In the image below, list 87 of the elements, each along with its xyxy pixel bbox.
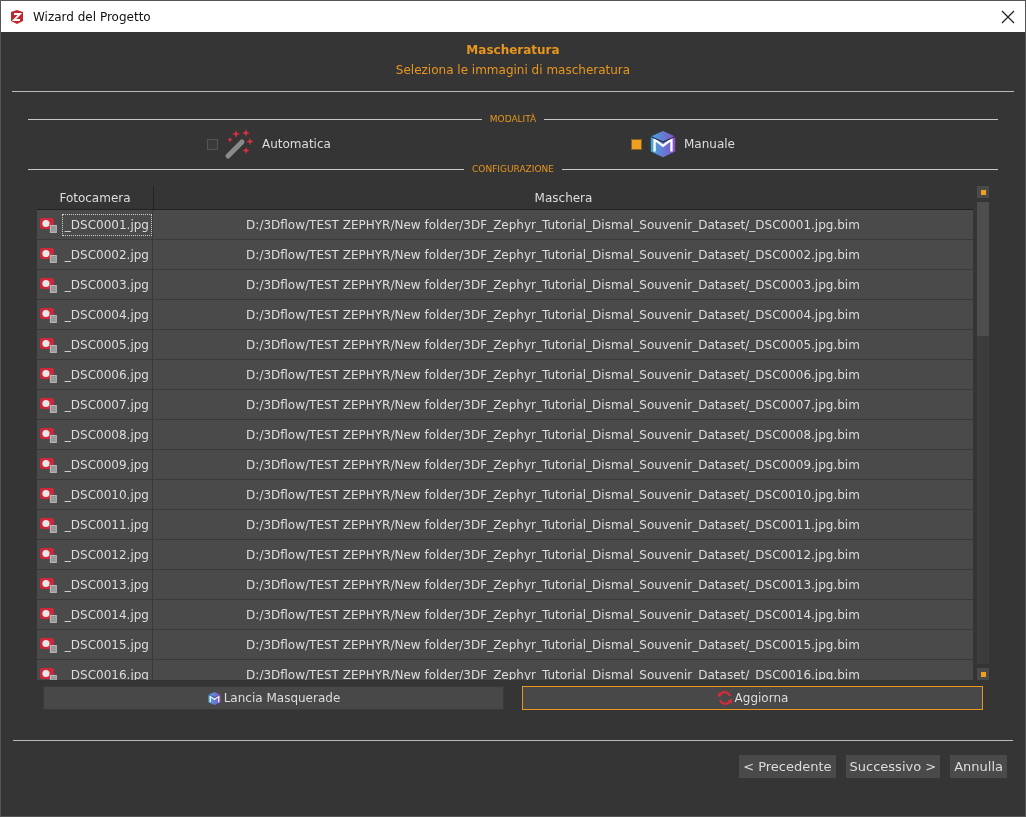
mode-radio[interactable] [631, 138, 642, 150]
page-title: Mascheratura [466, 43, 560, 57]
camera-filename: _DSC0007.jpg [63, 396, 150, 414]
scrollbar-thumb[interactable] [977, 202, 989, 336]
table-cell[interactable]: _DSC0010.jpg [37, 480, 153, 509]
scroll-down-button[interactable] [977, 668, 989, 680]
camera-mask-icon [40, 516, 58, 533]
table-cell[interactable]: _DSC0014.jpg [37, 600, 153, 629]
table-cell[interactable]: D:/3Dflow/TEST ZEPHYR/New folder/3DF_Zephyr_Tutorial_Dismal_Souvenir_Dataset/_DSC0008.jpg.bim [153, 420, 973, 449]
wizard-button[interactable]: Annulla [950, 755, 1007, 778]
camera-filename: _DSC0009.jpg [63, 456, 150, 474]
table-cell[interactable]: _DSC0015.jpg [37, 630, 153, 659]
camera-filename: _DSC0015.jpg [63, 636, 150, 654]
table-cell[interactable]: _DSC0001.jpg [37, 210, 153, 239]
table-cell[interactable]: D:/3Dflow/TEST ZEPHYR/New folder/3DF_Zephyr_Tutorial_Dismal_Souvenir_Dataset/_DSC0011.jpg.bim [153, 510, 973, 539]
camera-mask-icon [40, 366, 58, 383]
camera-filename: _DSC0006.jpg [63, 366, 150, 384]
wizard-button[interactable]: Successivo > [845, 755, 941, 778]
camera-filename: _DSC0010.jpg [63, 486, 150, 504]
wizard-button[interactable]: < Precedente [739, 755, 836, 778]
section-label: MODALITÀ [489, 114, 537, 124]
camera-mask-icon [40, 426, 58, 443]
section-label: CONFIGURAZIONE [472, 164, 554, 174]
camera-filename: _DSC0003.jpg [63, 276, 150, 294]
window-title: Wizard del Progetto [33, 9, 152, 24]
close-icon[interactable] [1001, 9, 1015, 24]
mode-radio[interactable] [207, 138, 218, 150]
table-cell[interactable]: D:/3Dflow/TEST ZEPHYR/New folder/3DF_Zephyr_Tutorial_Dismal_Souvenir_Dataset/_DSC0003.jpg.bim [153, 270, 973, 299]
table-cell[interactable]: D:/3Dflow/TEST ZEPHYR/New folder/3DF_Zephyr_Tutorial_Dismal_Souvenir_Dataset/_DSC0009.jpg.bim [153, 450, 973, 479]
launch-button[interactable]: Lancia Masquerade [43, 686, 504, 710]
scrollbar-track[interactable] [977, 202, 989, 664]
table-cell[interactable]: _DSC0002.jpg [37, 240, 153, 269]
camera-filename: _DSC0011.jpg [63, 516, 150, 534]
camera-filename: _DSC0013.jpg [63, 576, 150, 594]
table-cell[interactable]: D:/3Dflow/TEST ZEPHYR/New folder/3DF_Zephyr_Tutorial_Dismal_Souvenir_Dataset/_DSC0006.jpg.bim [153, 360, 973, 389]
table-cell[interactable]: _DSC0009.jpg [37, 450, 153, 479]
camera-filename: _DSC0012.jpg [63, 546, 150, 564]
refresh-button[interactable]: Aggiorna [522, 686, 983, 710]
cube-icon [206, 690, 222, 706]
table-cell[interactable]: _DSC0005.jpg [37, 330, 153, 359]
column-header[interactable]: Fotocamera [37, 186, 154, 209]
camera-mask-icon [40, 306, 58, 323]
column-header[interactable]: Maschera [154, 186, 973, 209]
mode-label[interactable]: Manuale [684, 137, 735, 151]
table-cell[interactable]: _DSC0004.jpg [37, 300, 153, 329]
table-cell[interactable]: _DSC0013.jpg [37, 570, 153, 599]
camera-mask-icon [40, 606, 58, 623]
camera-filename: _DSC0001.jpg [61, 213, 152, 236]
camera-mask-icon [40, 216, 58, 233]
camera-filename: _DSC0002.jpg [63, 246, 150, 264]
table-cell[interactable]: D:/3Dflow/TEST ZEPHYR/New folder/3DF_Zephyr_Tutorial_Dismal_Souvenir_Dataset/_DSC0004.jpg.bim [153, 300, 973, 329]
table-cell[interactable]: D:/3Dflow/TEST ZEPHYR/New folder/3DF_Zephyr_Tutorial_Dismal_Souvenir_Dataset/_DSC0005.jpg.bim [153, 330, 973, 359]
table-cell[interactable]: D:/3Dflow/TEST ZEPHYR/New folder/3DF_Zephyr_Tutorial_Dismal_Souvenir_Dataset/_DSC0010.jpg.bim [153, 480, 973, 509]
camera-mask-icon [40, 576, 58, 593]
mode-label[interactable]: Automatica [262, 137, 331, 151]
camera-mask-icon [40, 486, 58, 503]
table-cell[interactable]: _DSC0006.jpg [37, 360, 153, 389]
refresh-icon [716, 690, 733, 706]
magic-wand-icon [224, 128, 256, 160]
table-cell[interactable]: _DSC0008.jpg [37, 420, 153, 449]
scroll-up-button[interactable] [977, 186, 989, 198]
table-cell[interactable]: D:/3Dflow/TEST ZEPHYR/New folder/3DF_Zephyr_Tutorial_Dismal_Souvenir_Dataset/_DSC0002.jpg.bim [153, 240, 973, 269]
camera-filename: _DSC0014.jpg [63, 606, 150, 624]
camera-filename: _DSC0008.jpg [63, 426, 150, 444]
camera-filename: _DSC0004.jpg [63, 306, 150, 324]
table-cell[interactable]: D:/3Dflow/TEST ZEPHYR/New folder/3DF_Zephyr_Tutorial_Dismal_Souvenir_Dataset/_DSC0013.jpg.bim [153, 570, 973, 599]
table-cell[interactable]: D:/3Dflow/TEST ZEPHYR/New folder/3DF_Zephyr_Tutorial_Dismal_Souvenir_Dataset/_DSC0007.jpg.bim [153, 390, 973, 419]
camera-mask-icon [40, 666, 58, 680]
table-cell[interactable]: _DSC0011.jpg [37, 510, 153, 539]
table-cell[interactable]: D:/3Dflow/TEST ZEPHYR/New folder/3DF_Zephyr_Tutorial_Dismal_Souvenir_Dataset/_DSC0014.jpg.bim [153, 600, 973, 629]
page-subtitle: Seleziona le immagini di mascheratura [395, 63, 631, 77]
table-cell[interactable]: D:/3Dflow/TEST ZEPHYR/New folder/3DF_Zephyr_Tutorial_Dismal_Souvenir_Dataset/_DSC0012.jpg.bim [153, 540, 973, 569]
app-logo-icon [9, 8, 25, 25]
camera-mask-icon [40, 546, 58, 563]
table-cell[interactable]: _DSC0012.jpg [37, 540, 153, 569]
table-cell[interactable]: _DSC0007.jpg [37, 390, 153, 419]
camera-mask-icon [40, 276, 58, 293]
table-cell[interactable]: D:/3Dflow/TEST ZEPHYR/New folder/3DF_Zephyr_Tutorial_Dismal_Souvenir_Dataset/_DSC0015.jpg.bim [153, 630, 973, 659]
camera-filename: _DSC0005.jpg [63, 336, 150, 354]
camera-mask-icon [40, 336, 58, 353]
camera-mask-icon [40, 456, 58, 473]
cube-icon [648, 129, 678, 159]
camera-mask-icon [40, 396, 58, 413]
table-cell[interactable]: _DSC0003.jpg [37, 270, 153, 299]
camera-mask-icon [40, 636, 58, 653]
table-cell[interactable]: D:/3Dflow/TEST ZEPHYR/New folder/3DF_Zephyr_Tutorial_Dismal_Souvenir_Dataset/_DSC0001.jpg.bim [153, 210, 973, 239]
camera-mask-icon [40, 246, 58, 263]
